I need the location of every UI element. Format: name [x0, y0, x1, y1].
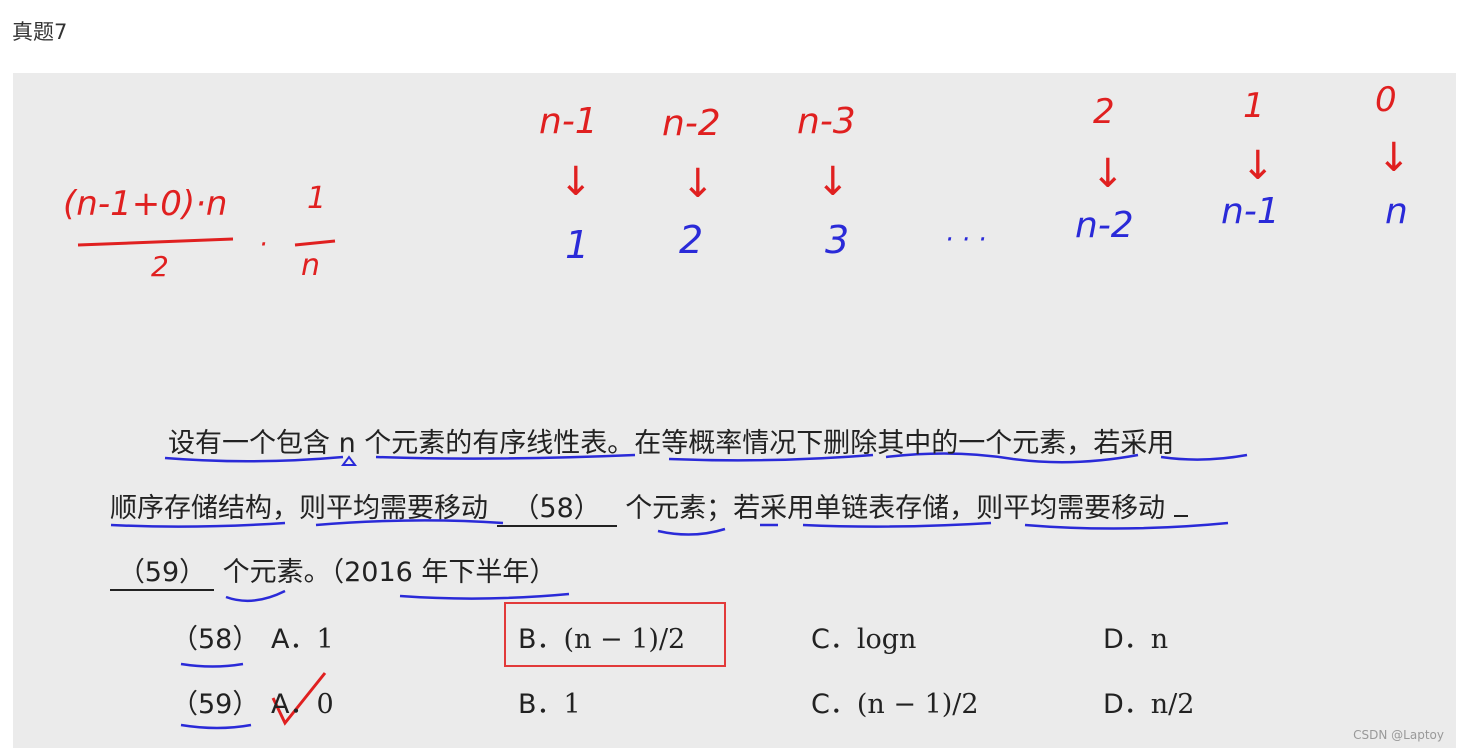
arrow-1: ↓ [559, 159, 593, 205]
top-label-1: n-1 [539, 101, 598, 142]
top-label-4: 2 [1093, 92, 1115, 132]
question-text-3: 个元素。（2016 年下半年） [222, 557, 557, 588]
page-heading: 真题7 [12, 20, 68, 44]
top-label-2: n-2 [662, 103, 721, 144]
top-label-6: 0 [1375, 80, 1397, 120]
formula-denominator: 2 [151, 250, 169, 283]
arrow-6: ↓ [1377, 135, 1411, 181]
formula-fraction-num: 1 [307, 181, 326, 216]
arrow-4: ↓ [1091, 151, 1125, 197]
formula-numerator: (n-1+0)·n [63, 184, 227, 224]
answer-highlight-box [504, 602, 726, 667]
bottom-label-5: n-1 [1221, 191, 1280, 232]
bottom-label-3: 3 [825, 218, 849, 262]
option-58-c[interactable]: C．logn [811, 617, 916, 656]
option-58-a[interactable]: A．1 [271, 617, 334, 656]
bottom-label-4: n-2 [1075, 205, 1134, 246]
bottom-label-1: 1 [565, 223, 589, 267]
option-59-c[interactable]: C．(n − 1)/2 [811, 682, 979, 721]
top-label-5: 1 [1243, 86, 1265, 126]
formula-fraction-bar-2 [294, 239, 336, 247]
question-text-2b: 个元素；若采用单链表存储，则平均需要移动 [625, 493, 1166, 524]
question-text-2a: 顺序存储结构，则平均需要移动 [110, 493, 488, 524]
question-text-1: 设有一个包含 n 个元素的有序线性表。在等概率情况下删除其中的一个元素，若采用 [168, 428, 1175, 459]
question-line-2: 顺序存储结构，则平均需要移动 （58） 个元素；若采用单链表存储，则平均需要移动 [110, 486, 1188, 527]
question-line-1: 设有一个包含 n 个元素的有序线性表。在等概率情况下删除其中的一个元素，若采用 [168, 421, 1174, 460]
formula-fraction-bar [77, 237, 234, 247]
blank-58: （58） [496, 486, 617, 527]
option-58-d[interactable]: D．n [1103, 617, 1168, 656]
ellipsis: · · · [945, 225, 986, 255]
arrow-2: ↓ [681, 161, 715, 207]
arrow-3: ↓ [816, 159, 850, 205]
bottom-label-2: 2 [679, 218, 703, 262]
watermark: CSDN @Laptoy [1353, 728, 1444, 742]
option-59-b[interactable]: B．1 [518, 682, 581, 721]
option-59-a[interactable]: A．0 [271, 682, 334, 721]
question-line-3: （59） 个元素。（2016 年下半年） [110, 550, 556, 591]
top-label-3: n-3 [797, 101, 856, 142]
arrow-5: ↓ [1241, 143, 1275, 189]
blank-59-start [1173, 515, 1188, 517]
formula-dot: · [259, 230, 267, 260]
bottom-label-6: n [1385, 191, 1408, 232]
formula-fraction-den: n [301, 248, 320, 283]
lecture-slide: (n-1+0)·n 2 · 1 n n-1 n-2 n-3 2 1 0 ↓ ↓ … [13, 73, 1456, 748]
option-row-59-label: （59） [171, 689, 260, 720]
blank-59: （59） [110, 550, 214, 591]
option-row-58-label: （58） [171, 624, 260, 655]
option-59-d[interactable]: D．n/2 [1103, 682, 1194, 721]
